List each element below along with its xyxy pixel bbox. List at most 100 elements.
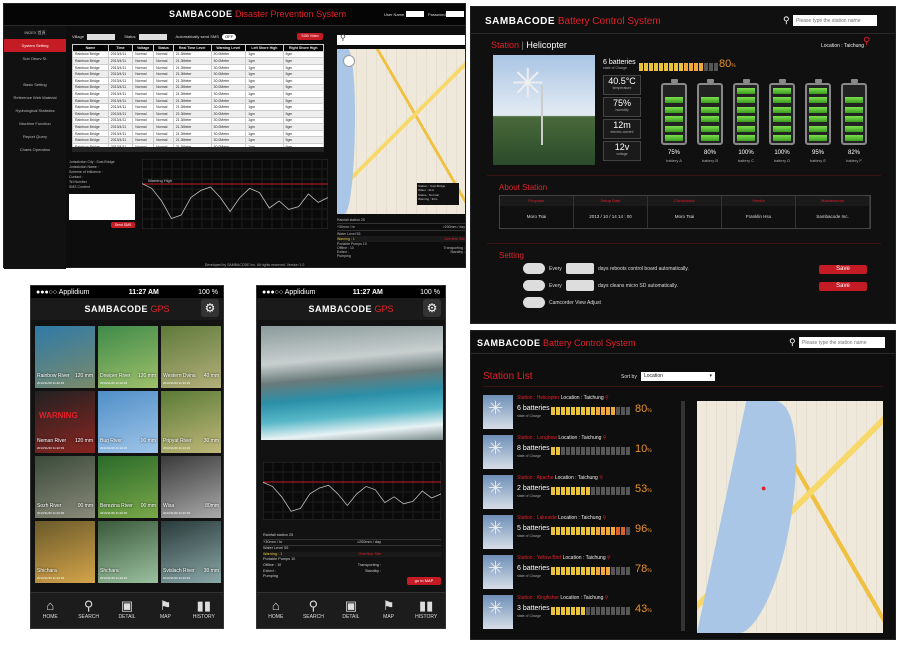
clean-toggle[interactable] (523, 280, 545, 291)
sidebar-item[interactable]: System Setting (4, 39, 66, 52)
sidebar-item[interactable]: INDEX 首頁 (4, 26, 66, 39)
table-row[interactable]: Rainbow Bridge2013/4/11NormalNormal21.3M… (72, 109, 325, 118)
table-row[interactable]: Rainbow Bridge2013/4/11NormalNormal21.3M… (72, 70, 325, 78)
clean-days-input[interactable] (566, 280, 594, 291)
save-reboot-button[interactable]: Save (819, 265, 867, 274)
river-tile[interactable]: Western Dvina 40 mm 2013/11/20 11:22:33 (161, 326, 221, 388)
sidebar-item[interactable]: Charts Operation (4, 143, 66, 156)
station-row[interactable]: Station : Lakeside Location : Taichung ⚲… (483, 513, 679, 551)
river-tile[interactable]: WARNING Neman River 120 mm 2013/11/20 11:22… (35, 391, 95, 453)
table-row[interactable]: Rainbow Bridge2013/4/11NormalNormal21.3M… (72, 96, 325, 105)
reboot-toggle[interactable] (523, 263, 545, 274)
gear-icon[interactable]: ⚙ (201, 299, 219, 317)
map-pan-control[interactable] (343, 55, 355, 67)
password-input[interactable] (446, 11, 464, 17)
tab-home[interactable]: ⌂ HOME (257, 593, 295, 628)
status-select[interactable] (138, 34, 167, 40)
taiwan-map[interactable]: ● (697, 401, 883, 633)
river-tile[interactable]: Shchara 2013/11/20 11:22:33 (98, 521, 158, 583)
sidebar-item[interactable]: Report Query (4, 130, 66, 143)
station-map[interactable]: Station : Sust Bridge Water : 31m Status :… (337, 49, 465, 214)
station-row[interactable]: Station : Longbow Location : Taichung ⚲ 8… (483, 433, 679, 471)
river-tile[interactable]: Sozh River 00 mm 2013/11/20 11:22:33 (35, 456, 95, 518)
river-level: 30 mm (203, 568, 219, 574)
village-select[interactable] (87, 34, 116, 40)
column-header[interactable]: Left Shore High (245, 44, 284, 52)
station-search-input[interactable] (799, 337, 885, 348)
table-row[interactable]: Rainbow Bridge2013/4/11NormalNormal21.3M… (72, 76, 325, 85)
column-header[interactable]: Warning Level (210, 44, 247, 52)
sidebar-item[interactable]: Basic Setting (4, 78, 66, 91)
username-input[interactable] (406, 11, 424, 17)
table-row[interactable]: Rainbow Bridge2013/4/11NormalNormal21.3M… (72, 136, 325, 144)
column-header[interactable]: Status (153, 44, 174, 52)
table-row[interactable]: Rainbow Bridge2013/4/11NormalNormal21.3M… (72, 123, 325, 131)
tab-search[interactable]: ⚲ SEARCH (69, 593, 107, 628)
river-tile[interactable]: Svislach River 30 mm 2013/11/20 11:22:33 (161, 521, 221, 583)
tab-home[interactable]: ⌂ HOME (31, 593, 69, 628)
save-clean-button[interactable]: Save (819, 282, 867, 291)
table-scrollbar[interactable] (72, 147, 324, 152)
go-to-map-button[interactable]: go to MAP (407, 577, 441, 585)
sms-video-button[interactable]: SGB Video (297, 33, 323, 40)
charge-segment (571, 607, 575, 615)
river-tile[interactable]: Berezina River 00 mm 2013/11/20 11:22:33 (98, 456, 158, 518)
river-name: Svislach River (163, 568, 195, 574)
table-row[interactable]: Rainbow Bridge2013/4/11NormalNormal21.3M… (72, 90, 325, 98)
river-tile[interactable]: Bug River 00 mm 2013/11/20 11:22:33 (98, 391, 158, 453)
river-tile[interactable]: Shichara 2013/11/20 11:22:33 (35, 521, 95, 583)
river-tile[interactable]: Wisa 80mm 2013/11/20 11:22:33 (161, 456, 221, 518)
gear-icon[interactable]: ⚙ (423, 299, 441, 317)
charge-segment (606, 487, 610, 495)
reboot-days-input[interactable] (566, 263, 594, 274)
river-tile[interactable]: Pripyat River 30 mm 2013/11/20 11:22:33 (161, 391, 221, 453)
sort-select[interactable]: Location ▾ (641, 372, 715, 381)
sms-content-textarea[interactable] (69, 194, 135, 220)
table-cell: 30.0Meter (210, 96, 247, 105)
list-scrollbar[interactable] (681, 401, 685, 631)
column-header[interactable]: Right Shore High (282, 44, 325, 52)
station-search-input[interactable] (793, 15, 877, 26)
sidebar: INDEX 首頁 System Setting Sub Obsrv St. Basic… (4, 26, 66, 269)
table-cell: Normal (132, 50, 155, 59)
station-row[interactable]: Station : Apache Location : Taichung ⚲ 2 … (483, 473, 679, 511)
charge-segment (566, 487, 570, 495)
table-row[interactable]: Rainbow Bridge2013/4/11NormalNormal21.3M… (72, 129, 325, 138)
table-row[interactable]: Rainbow Bridge2013/4/11NormalNormal21.3M… (72, 116, 325, 125)
table-row[interactable]: Rainbow Bridge2013/4/11NormalNormal21.3M… (72, 57, 325, 65)
column-header[interactable]: Real Time Level (172, 44, 212, 52)
station-row[interactable]: Station : Kingfisher Location : Taichung… (483, 593, 679, 631)
table-cell: 21.3Meter (172, 83, 212, 92)
camcorder-toggle[interactable] (523, 297, 545, 308)
column-header[interactable]: Time (107, 44, 134, 52)
location-pin-icon: ⚲ (863, 36, 871, 47)
station-row[interactable]: Station : Yellow Bird Location : Taichun… (483, 553, 679, 591)
table-row[interactable]: Rainbow Bridge2013/4/11NormalNormal21.3M… (72, 103, 325, 111)
tab-history[interactable]: ▮▮ HISTORY (185, 593, 223, 628)
sidebar-item[interactable]: Reference Web Material (4, 91, 66, 104)
tab-detail[interactable]: ▣ DETAIL (332, 593, 370, 628)
charge-summary: 6 batteries state of Charge (603, 59, 636, 70)
table-row[interactable]: Rainbow Bridge2013/4/11NormalNormal21.3M… (72, 63, 325, 72)
table-cell: 21.3Meter (172, 123, 212, 131)
tab-detail[interactable]: ▣ DETAIL (108, 593, 146, 628)
sidebar-item[interactable]: Machine Function (4, 117, 66, 130)
tab-map[interactable]: ⚑ MAP (370, 593, 408, 628)
river-tile[interactable]: Rainbow River 120 mm 2013/11/20 11:22:33 (35, 326, 95, 388)
send-sms-button[interactable]: Send SMS (111, 222, 135, 228)
table-row[interactable]: Rainbow Bridge2013/4/11NormalNormal21.3M… (72, 83, 325, 92)
tab-search[interactable]: ⚲ SEARCH (295, 593, 333, 628)
station-row[interactable]: Station : Helicopter Location : Taichung… (483, 393, 679, 431)
column-header[interactable]: Name (72, 44, 109, 52)
sidebar-item[interactable]: Sub Obsrv St. (4, 52, 66, 65)
auto-sms-toggle[interactable]: OFF (222, 34, 237, 40)
tab-history[interactable]: ▮▮ HISTORY (407, 593, 445, 628)
about-header: Constructor (648, 196, 722, 206)
tab-map[interactable]: ⚑ MAP (146, 593, 184, 628)
table-row[interactable]: Rainbow Bridge2013/4/11NormalNormal21.3M… (72, 50, 325, 59)
map-search-input[interactable]: ⚲ (337, 33, 465, 45)
sidebar-item[interactable] (4, 65, 66, 78)
sidebar-item[interactable]: Hydrological Statistics (4, 104, 66, 117)
river-tile[interactable]: Dneiper River 120 mm 2013/11/20 11:22:33 (98, 326, 158, 388)
column-header[interactable]: Voltage (132, 44, 155, 52)
